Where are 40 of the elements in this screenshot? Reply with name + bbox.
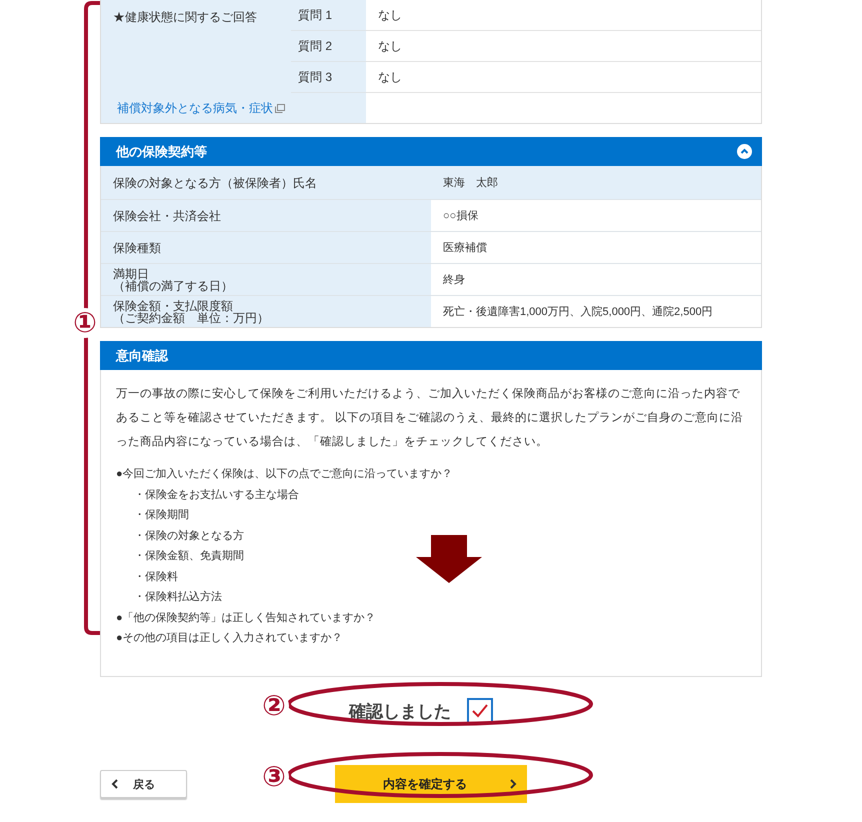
row-label: 保険金額・支払限度額 <box>113 300 233 312</box>
checklist-item: ・保険料 <box>133 570 179 584</box>
answer-cell: なし <box>366 62 761 93</box>
checkbox[interactable] <box>467 698 493 724</box>
row-label: 満期日 <box>113 268 149 280</box>
checklist-item: ・保険期間 <box>133 508 190 523</box>
question-label: 質問 3 <box>291 62 366 93</box>
down-arrow-annotation <box>416 535 482 583</box>
checklist-item: ・保険料払込方法 <box>133 590 223 605</box>
chevron-right-icon <box>509 779 517 789</box>
row-label: 保険種類 <box>113 242 161 254</box>
row-label: （ご契約金額 単位：万円） <box>113 312 269 324</box>
back-button[interactable]: 戻る <box>100 770 187 798</box>
row-label: 保険会社・共済会社 <box>113 210 221 222</box>
value-cell-text: 死亡・後遺障害1,000万円、入院5,000円、通院2,500円 <box>442 304 714 320</box>
question-label: 質問 2 <box>291 31 366 62</box>
collapse-icon[interactable] <box>737 144 752 159</box>
checklist-item: ●その他の項目は正しく入力されていますか？ <box>116 631 344 646</box>
row-label: （補償の満了する日） <box>113 280 233 292</box>
checkbox-label: 確認しました <box>349 700 451 722</box>
chevron-left-icon <box>111 779 119 789</box>
value-cell-text: 終身 <box>442 273 466 288</box>
section-title: 意向確認 <box>116 346 168 364</box>
checklist-item: ●「他の保険契約等」は正しく告知されていますか？ <box>116 610 377 626</box>
value-cell-text: ○○損保 <box>442 209 480 224</box>
question-label: 質問 1 <box>291 0 366 31</box>
new-window-icon <box>275 104 285 112</box>
value-cell-text: 医療補償 <box>442 241 488 256</box>
checklist-item: ・保険金額、免責期間 <box>133 548 245 564</box>
check-icon <box>471 703 489 719</box>
answer-cell: なし <box>366 0 761 31</box>
row-label: 保険の対象となる方（被保険者）氏名 <box>113 176 317 188</box>
row-label: ★健康状態に関するご回答 <box>101 0 291 93</box>
section-title: 他の保険契約等 <box>116 142 207 160</box>
intro-paragraph: 万一の事故の際に安心して保険をご利用いただけるよう、ご加入いただく保険商品がお客様のご意向に沿った内容であること等を確認させていただきます。 以下の項目をご確認のうえ、最終的に選択したプランがご自身のご意向に沿った商品内容になっている場合は、「確認しました」をチェックしてください。 <box>116 386 744 450</box>
checklist-item: ・保険の対象となる方 <box>133 528 245 544</box>
checklist-item: ・保険金をお支払いする主な場合 <box>133 488 300 502</box>
checklist-item: ●今回ご加入いただく保険は、以下の点でご意向に沿っていますか？ <box>116 466 454 482</box>
value-cell-text: 東海 太郎 <box>442 176 499 191</box>
answer-cell: なし <box>366 31 761 62</box>
